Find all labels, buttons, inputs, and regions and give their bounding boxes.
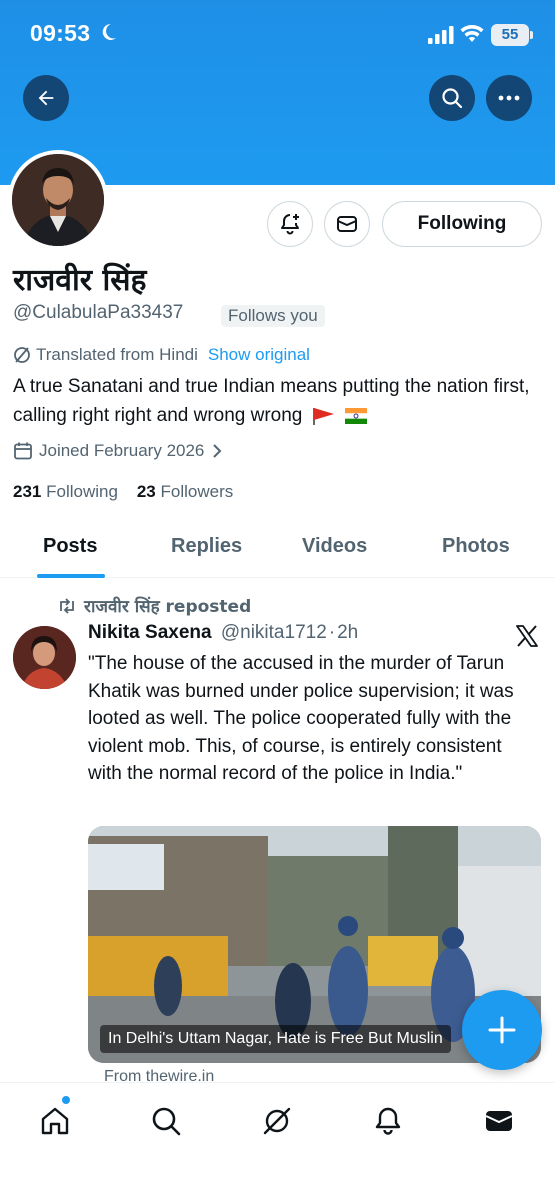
tab-videos[interactable]: Videos [302,535,367,558]
signal-icon [428,26,454,44]
following-label: Following [46,482,118,501]
battery-indicator: 55 [491,24,529,46]
profile-avatar[interactable] [8,150,108,250]
following-count: 231 [13,482,42,501]
nav-messages[interactable] [479,1101,519,1141]
profile-handle: @CulabulaPa33437 [13,302,184,323]
post-author-handle[interactable]: @nikita1712 [221,622,327,643]
following-stat[interactable]: 231 Following [13,482,118,501]
home-notification-dot [62,1096,70,1104]
message-icon [337,216,357,232]
chevron-right-icon [213,444,222,458]
bell-icon [375,1107,401,1135]
saffron-flag-icon [312,407,334,425]
followers-count: 23 [136,482,156,501]
notification-subscribe-button[interactable] [267,201,313,247]
tab-posts[interactable]: Posts [43,535,97,558]
x-logo-icon [516,625,538,647]
follows-you-badge: Follows you [221,305,325,327]
calendar-icon [14,442,32,460]
media-caption: In Delhi's Uttam Nagar, Hate is Free But… [100,1025,451,1053]
home-icon [41,1107,69,1135]
status-bar: 09:53 55 [0,0,555,70]
mail-icon [485,1111,513,1131]
profile-tabs: Posts Replies Videos Photos [0,520,555,578]
post-author-avatar[interactable] [13,626,76,689]
translate-icon [14,347,30,363]
following-button[interactable]: Following [382,201,542,247]
post-dot: · [328,622,336,643]
tab-photos[interactable]: Photos [442,535,510,558]
message-button[interactable] [324,201,370,247]
profile-bio: A true Sanatani and true Indian means pu… [13,372,543,430]
active-tab-indicator [37,574,105,578]
joined-label: Joined February 2026 [39,441,205,460]
compose-plus-icon [488,1016,516,1044]
battery-tip [530,31,533,39]
followers-label: Followers [160,482,234,501]
post-text: "The house of the accused in the murder … [88,653,514,784]
search-button[interactable] [429,75,475,121]
more-icon [498,95,520,101]
more-button[interactable] [486,75,532,121]
moon-icon [102,23,116,40]
post-time: 2h [337,622,359,643]
bottom-nav [0,1082,555,1200]
grok-icon [263,1107,291,1135]
nav-home[interactable] [35,1101,75,1141]
translation-notice: Translated from Hindi Show original [13,345,310,365]
followers-stat[interactable]: 23 Followers [137,482,233,501]
translated-from-label: Translated from Hindi [36,345,198,364]
repost-context[interactable]: राजवीर सिंह reposted [57,594,251,617]
avatar-photo [12,154,104,246]
nav-search[interactable] [146,1101,186,1141]
post-author-name[interactable]: Nikita Saxena [88,622,212,643]
bio-text: A true Sanatani and true Indian means pu… [13,376,530,426]
search-icon [152,1107,181,1136]
nav-notifications[interactable] [368,1101,408,1141]
compose-button[interactable] [462,990,542,1070]
repost-icon [60,597,74,614]
wifi-icon [460,25,484,42]
repost-label: राजवीर सिंह reposted [84,597,252,617]
back-button[interactable] [23,75,69,121]
post-author-line: Nikita Saxena @nikita1712 · 2h [88,622,358,644]
avatar-illustration [12,154,104,246]
media-source[interactable]: From thewire.in [104,1068,214,1082]
show-original-link[interactable]: Show original [208,345,310,365]
tab-replies[interactable]: Replies [171,535,242,558]
india-flag-icon [344,407,367,424]
follow-stats: 231 Following 23 Followers [13,482,233,502]
joined-date[interactable]: Joined February 2026 [13,441,224,461]
status-time: 09:53 [30,20,91,46]
nav-grok[interactable] [257,1101,297,1141]
notification-plus-icon [281,214,299,235]
search-icon [442,88,463,109]
back-arrow-icon [38,90,54,106]
display-name: राजवीर सिंह [13,263,147,298]
post-avatar-illustration [13,626,76,689]
